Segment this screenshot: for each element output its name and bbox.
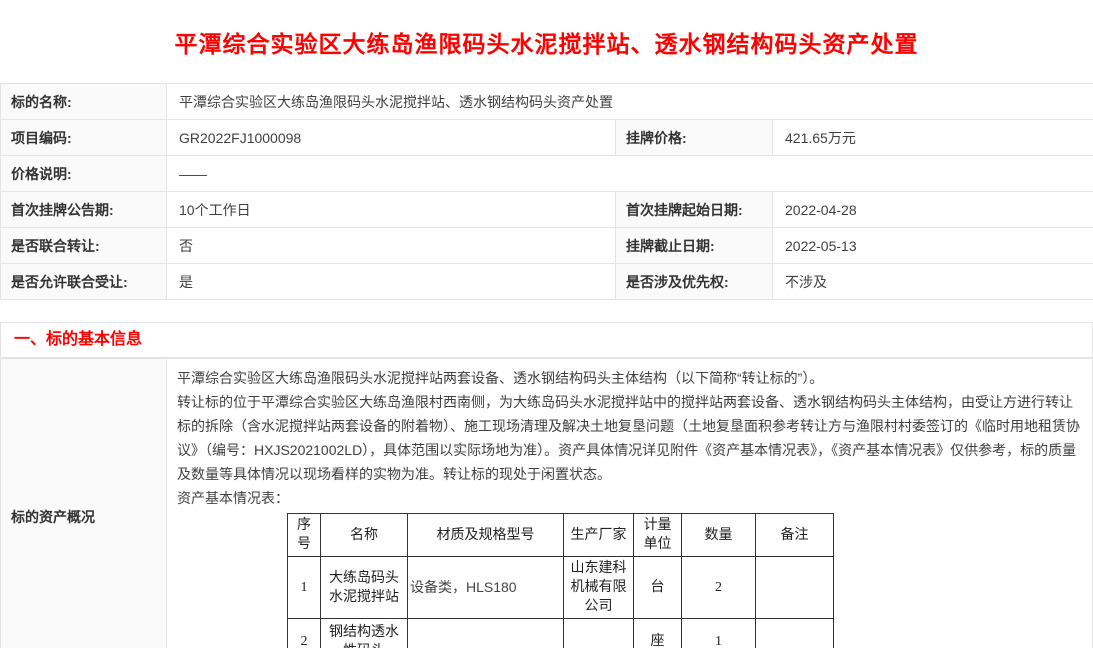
table-row: 是否联合转让: 否 挂牌截止日期: 2022-05-13 [1,228,1093,264]
cell-spec: 设备类，HLS180 [408,557,564,619]
table-row: 项目编码: GR2022FJ1000098 挂牌价格: 421.65万元 [1,120,1093,156]
field-label-listing-price: 挂牌价格: [616,120,773,156]
field-value-start-date: 2022-04-28 [773,192,1093,228]
field-label-end-date: 挂牌截止日期: [616,228,773,264]
table-row: 是否允许联合受让: 是 是否涉及优先权: 不涉及 [1,264,1093,300]
field-value-listing-price: 421.65万元 [773,120,1093,156]
page-title: 平潭综合实验区大练岛渔限码头水泥搅拌站、透水钢结构码头资产处置 [0,0,1093,83]
column-header-unit: 计量单位 [634,514,682,557]
cell-seq: 1 [288,557,321,619]
field-label-notice-period: 首次挂牌公告期: [1,192,167,228]
asset-detail-table: 序号 名称 材质及规格型号 生产厂家 计量单位 数量 备注 1 大练岛码头水泥搅… [287,513,834,648]
cell-manufacturer: 山东建科机械有限公司 [564,557,634,619]
table-row: 首次挂牌公告期: 10个工作日 首次挂牌起始日期: 2022-04-28 [1,192,1093,228]
cell-unit: 台 [634,557,682,619]
asset-overview-content: 平潭综合实验区大练岛渔限码头水泥搅拌站两套设备、透水钢结构码头主体结构（以下简称… [167,359,1093,648]
field-label-joint-acquire: 是否允许联合受让: [1,264,167,300]
overview-paragraph: 转让标的位于平潭综合实验区大练岛渔限村西南侧，为大练岛码头水泥搅拌站中的搅拌站两… [177,390,1080,486]
info-table: 标的名称: 平潭综合实验区大练岛渔限码头水泥搅拌站、透水钢结构码头资产处置 项目… [0,83,1093,300]
asset-table-row: 2 钢结构透水性码头 座 1 [288,619,834,648]
cell-remark [756,557,834,619]
field-value-project-code: GR2022FJ1000098 [167,120,616,156]
field-label-start-date: 首次挂牌起始日期: [616,192,773,228]
table-row: 标的资产概况 平潭综合实验区大练岛渔限码头水泥搅拌站两套设备、透水钢结构码头主体… [1,359,1093,648]
asset-table-header-row: 序号 名称 材质及规格型号 生产厂家 计量单位 数量 备注 [288,514,834,557]
page: 平潭综合实验区大练岛渔限码头水泥搅拌站、透水钢结构码头资产处置 标的名称: 平潭… [0,0,1093,648]
field-label-price-note: 价格说明: [1,156,167,192]
cell-quantity: 1 [682,619,756,648]
field-label-joint-transfer: 是否联合转让: [1,228,167,264]
table-row: 标的名称: 平潭综合实验区大练岛渔限码头水泥搅拌站、透水钢结构码头资产处置 [1,84,1093,120]
column-header-name: 名称 [321,514,408,557]
field-value-priority-right: 不涉及 [773,264,1093,300]
section-heading-basic-info: 一、标的基本信息 [0,322,1093,358]
field-value-price-note: —— [167,156,1093,192]
cell-remark [756,619,834,648]
field-value-end-date: 2022-05-13 [773,228,1093,264]
field-label-asset-overview: 标的资产概况 [1,359,167,648]
cell-name: 大练岛码头水泥搅拌站 [321,557,408,619]
field-label-priority-right: 是否涉及优先权: [616,264,773,300]
column-header-manufacturer: 生产厂家 [564,514,634,557]
cell-quantity: 2 [682,557,756,619]
field-value-joint-acquire: 是 [167,264,616,300]
overview-paragraph: 资产基本情况表： [177,486,1080,510]
column-header-remark: 备注 [756,514,834,557]
cell-unit: 座 [634,619,682,648]
section-heading-text: 一、标的基本信息 [14,331,142,348]
field-value-subject-name: 平潭综合实验区大练岛渔限码头水泥搅拌站、透水钢结构码头资产处置 [167,84,1093,120]
field-label-subject-name: 标的名称: [1,84,167,120]
column-header-seq: 序号 [288,514,321,557]
field-value-joint-transfer: 否 [167,228,616,264]
overview-paragraph: 平潭综合实验区大练岛渔限码头水泥搅拌站两套设备、透水钢结构码头主体结构（以下简称… [177,366,1080,390]
cell-manufacturer [564,619,634,648]
field-label-project-code: 项目编码: [1,120,167,156]
cell-seq: 2 [288,619,321,648]
table-row: 价格说明: —— [1,156,1093,192]
asset-overview-table: 标的资产概况 平潭综合实验区大练岛渔限码头水泥搅拌站两套设备、透水钢结构码头主体… [0,358,1093,648]
column-header-quantity: 数量 [682,514,756,557]
cell-spec [408,619,564,648]
field-value-notice-period: 10个工作日 [167,192,616,228]
cell-name: 钢结构透水性码头 [321,619,408,648]
column-header-spec: 材质及规格型号 [408,514,564,557]
asset-table-row: 1 大练岛码头水泥搅拌站 设备类，HLS180 山东建科机械有限公司 台 2 [288,557,834,619]
